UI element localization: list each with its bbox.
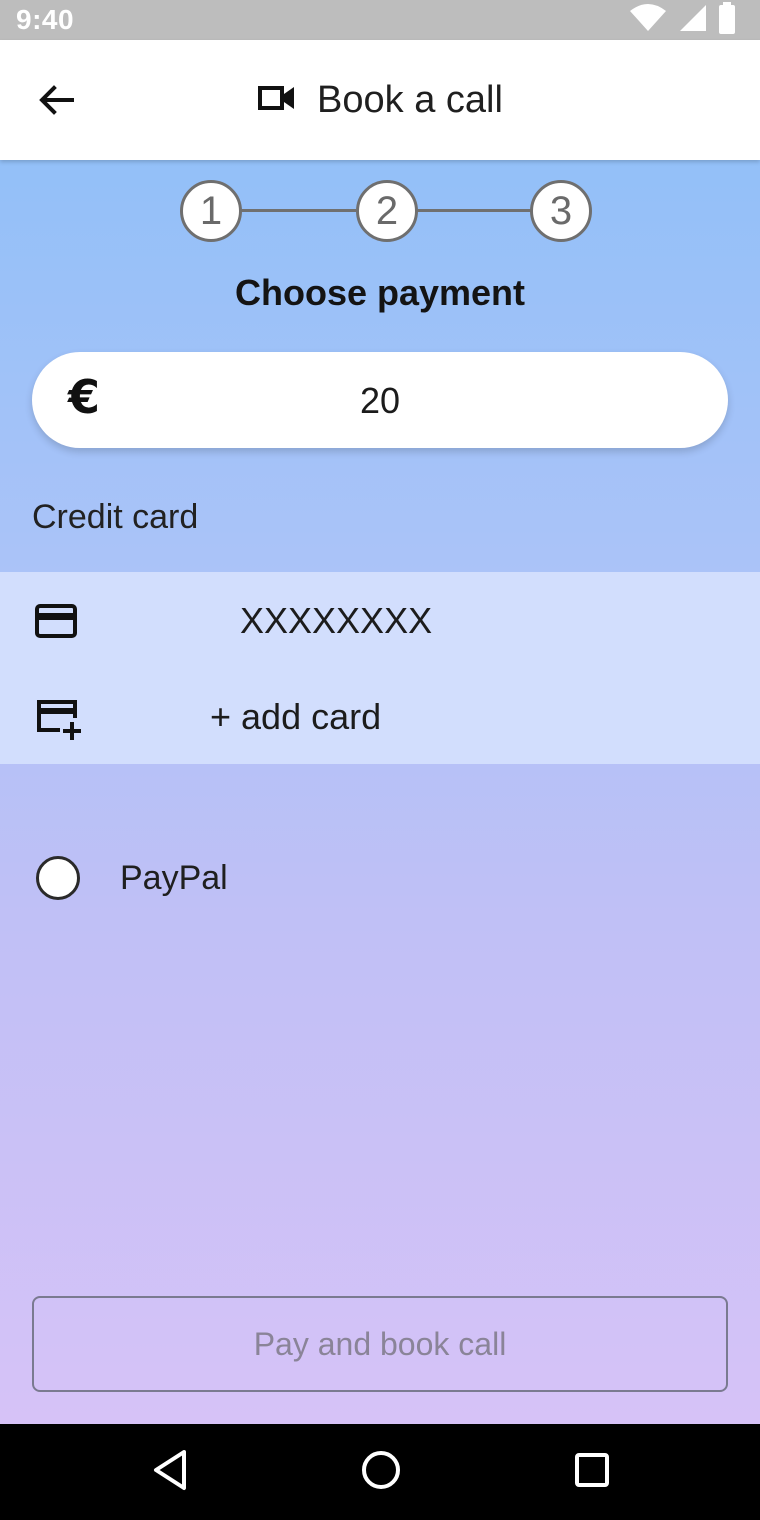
card-list: XXXXXXXX + add card xyxy=(0,572,760,764)
credit-card-icon xyxy=(34,600,78,644)
amount-value[interactable]: 20 xyxy=(32,380,728,422)
page-title: Book a call xyxy=(317,78,503,121)
back-triangle-icon xyxy=(150,1448,190,1497)
status-icons xyxy=(628,1,736,39)
stepper: 1 2 3 xyxy=(180,180,592,242)
content: 1 2 3 Choose payment € 20 Credit card XX… xyxy=(0,160,760,1424)
battery-icon xyxy=(718,1,736,39)
credit-card-label: Credit card xyxy=(32,498,199,536)
status-time: 9:40 xyxy=(16,4,75,35)
section-title: Choose payment xyxy=(234,272,526,313)
pay-and-book-button[interactable]: Pay and book call xyxy=(32,1296,728,1392)
video-camera-icon xyxy=(257,84,297,117)
app-bar: Book a call xyxy=(0,40,760,160)
add-card-icon xyxy=(34,694,81,740)
nav-back-button[interactable] xyxy=(146,1448,194,1496)
paypal-option[interactable]: PayPal xyxy=(36,850,228,906)
step-connector xyxy=(238,209,356,212)
screen: 9:40 Book a call 1 2 3 Choose payment € … xyxy=(0,0,760,1520)
step-1: 1 xyxy=(180,180,242,242)
nav-recents-button[interactable] xyxy=(568,1448,616,1496)
step-3: 3 xyxy=(530,180,592,242)
title-group: Book a call xyxy=(0,40,760,160)
status-bar: 9:40 xyxy=(0,0,760,40)
nav-home-button[interactable] xyxy=(357,1448,405,1496)
navigation-bar xyxy=(0,1424,760,1520)
signal-icon xyxy=(678,3,708,38)
wifi-icon xyxy=(628,3,668,38)
saved-card-number: XXXXXXXX xyxy=(240,600,433,641)
add-card-label: + add card xyxy=(210,696,382,737)
add-card-item[interactable]: + add card xyxy=(0,668,760,764)
recents-square-icon xyxy=(572,1450,612,1495)
paypal-label: PayPal xyxy=(120,858,228,897)
paypal-radio[interactable] xyxy=(36,856,80,900)
step-connector xyxy=(414,209,532,212)
amount-field[interactable]: € 20 xyxy=(32,352,728,448)
saved-card-item[interactable]: XXXXXXXX xyxy=(0,572,760,668)
home-circle-icon xyxy=(359,1448,403,1497)
step-2: 2 xyxy=(356,180,418,242)
